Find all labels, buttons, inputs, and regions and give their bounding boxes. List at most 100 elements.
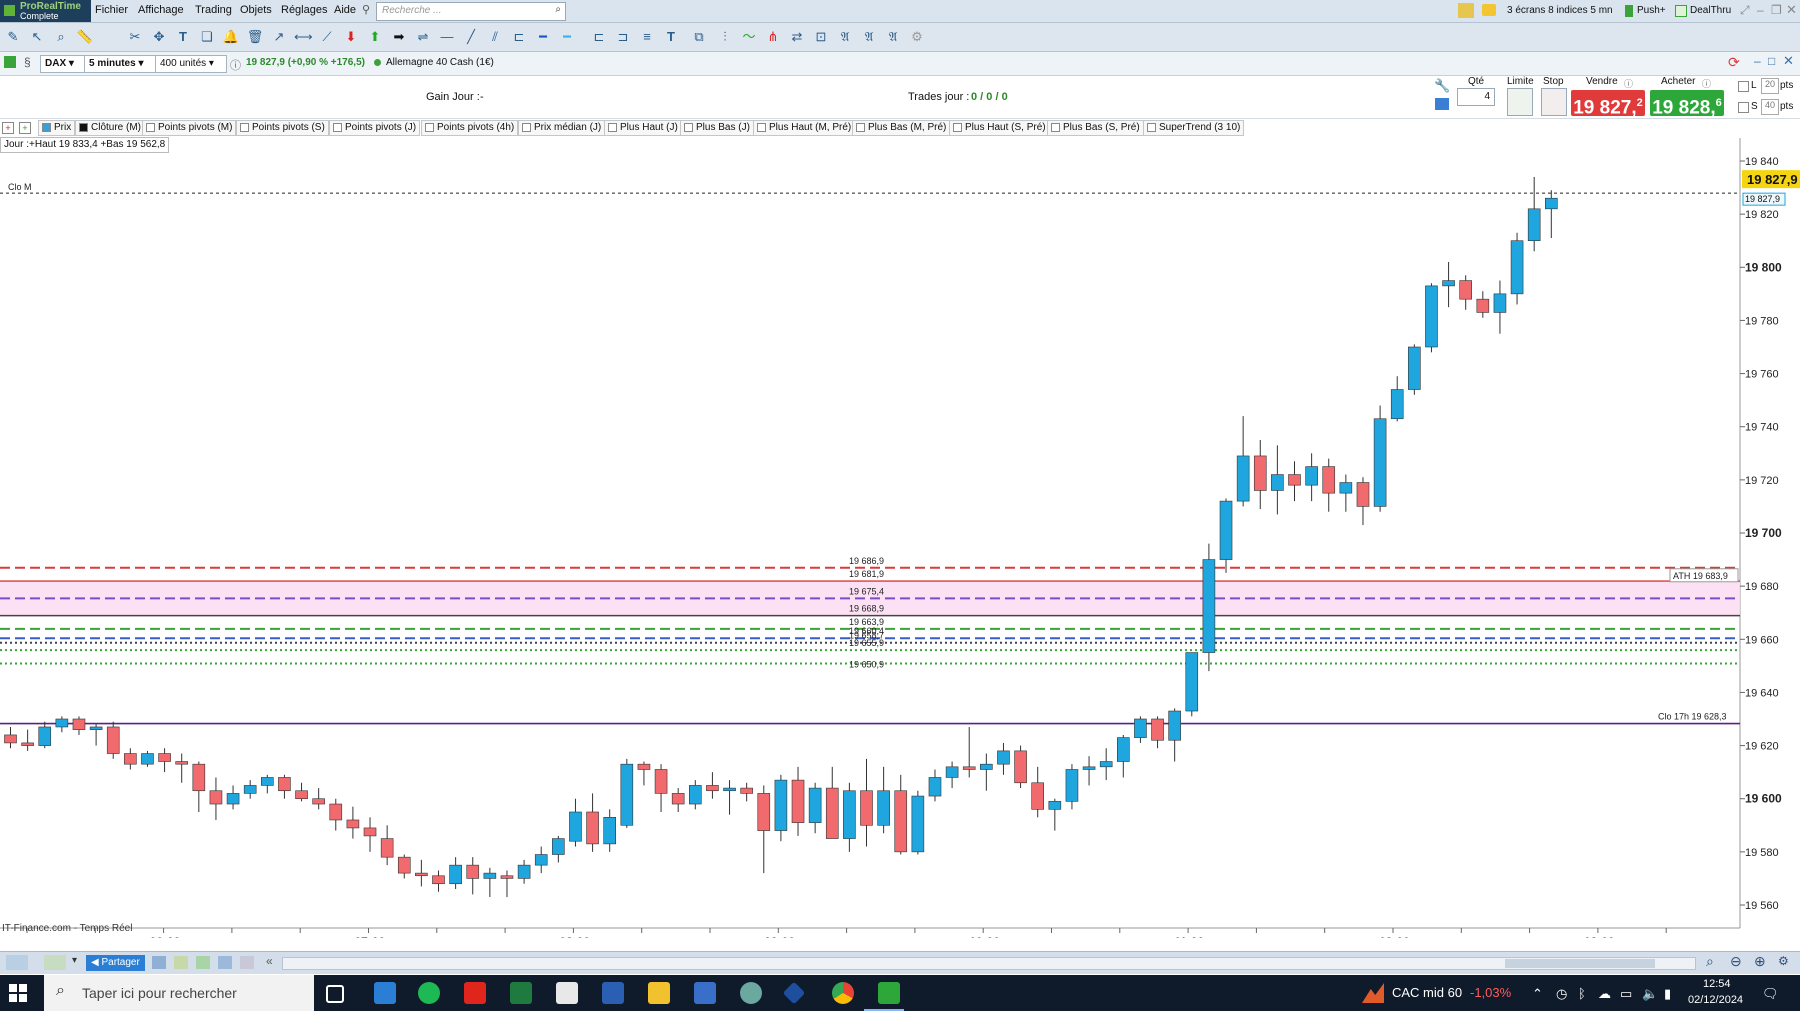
workspace-layout[interactable]: 3 écrans 8 indices 5 mn xyxy=(1507,5,1613,16)
measure-icon[interactable]: ⧉ xyxy=(690,28,708,46)
win-close-icon[interactable]: ✕ xyxy=(1783,53,1794,69)
gann-icon[interactable]: ⇄ xyxy=(788,28,806,46)
indicator-icon[interactable] xyxy=(174,956,188,969)
screenshot-icon[interactable] xyxy=(152,956,166,969)
segment-icon[interactable]: ⟷ xyxy=(294,28,313,46)
link-icon[interactable]: § xyxy=(24,55,31,69)
menu-reglages[interactable]: Réglages xyxy=(281,4,327,16)
legend-plus-bas-m[interactable]: Plus Bas (M, Pré) xyxy=(852,120,951,136)
share-button[interactable]: ◀ Partager xyxy=(86,955,145,971)
add-indicator-alt-icon[interactable]: + xyxy=(19,122,31,134)
level-line-alt-icon[interactable]: ━ xyxy=(558,28,576,46)
backtest-icon[interactable] xyxy=(196,956,210,969)
push-button[interactable]: Push+ xyxy=(1637,5,1666,16)
legend-pivots-s[interactable]: Points pivots (S) xyxy=(236,120,329,136)
bracket-icon[interactable]: ⊏ xyxy=(590,28,608,46)
pin-icon[interactable]: ⚲ xyxy=(362,3,370,16)
word-icon[interactable] xyxy=(602,982,624,1004)
level-line-icon[interactable]: ━ xyxy=(534,28,552,46)
limit-order-button[interactable] xyxy=(1507,88,1533,116)
calculator-app-icon[interactable] xyxy=(694,982,716,1004)
ticker-dropdown[interactable]: DAX ▾ xyxy=(40,55,86,73)
volume-icon[interactable]: 🔈 xyxy=(1642,986,1658,1002)
pitchfork-icon[interactable]: ⋔ xyxy=(764,28,782,46)
legend-plus-bas-j[interactable]: Plus Bas (J) xyxy=(680,120,754,136)
spotify-icon[interactable] xyxy=(418,982,440,1004)
timeframe-dropdown[interactable]: 5 minutes ▾ xyxy=(84,55,162,73)
app-icon[interactable] xyxy=(740,982,762,1004)
arrow-down-icon[interactable]: ⬇ xyxy=(342,28,360,46)
projection-icon[interactable]: ≡ xyxy=(638,28,656,46)
screener-icon[interactable] xyxy=(218,956,232,969)
zoom-in-icon[interactable]: ⊕ xyxy=(1754,953,1766,970)
prorealtime-logo[interactable]: ProRealTime Complete xyxy=(0,0,91,22)
move-icon[interactable]: ✥ xyxy=(150,28,168,46)
pointer-icon[interactable]: ↖ xyxy=(28,28,46,46)
price-chart[interactable]: 19 686,919 681,919 675,419 668,919 663,9… xyxy=(0,138,1800,938)
qty-input[interactable]: 4 xyxy=(1457,88,1495,106)
refresh-icon[interactable]: ⟳ xyxy=(1728,54,1740,71)
stop-pts-input[interactable]: 40 xyxy=(1761,99,1779,115)
legend-cloture[interactable]: Clôture (M) xyxy=(75,120,146,136)
ig-icon[interactable] xyxy=(464,982,486,1004)
win-minimize-icon[interactable]: – xyxy=(1754,54,1761,68)
harmonic-pattern-icon[interactable]: 𝔄 xyxy=(884,28,902,46)
chrome-icon[interactable] xyxy=(832,982,854,1004)
abcd-pattern-icon[interactable]: 𝔄 xyxy=(860,28,878,46)
channel-icon[interactable]: ⇌ xyxy=(414,28,432,46)
task-view-icon[interactable] xyxy=(326,985,344,1003)
tray-expand-icon[interactable]: ⌃ xyxy=(1532,986,1543,1002)
legend-plus-haut-m[interactable]: Plus Haut (M, Pré) xyxy=(753,120,856,136)
restore-icon[interactable]: ❐ xyxy=(1771,3,1782,17)
info-icon[interactable]: ⓘ xyxy=(230,57,241,73)
tools-icon[interactable]: ✂ xyxy=(126,28,144,46)
menu-trading[interactable]: Trading xyxy=(195,4,232,16)
units-dropdown[interactable]: 400 unités ▾ xyxy=(155,55,227,73)
menu-affichage[interactable]: Affichage xyxy=(138,4,184,16)
arrow-right-icon[interactable]: ➡ xyxy=(390,28,408,46)
legend-prix-median[interactable]: Prix médian (J) xyxy=(518,120,606,136)
rectangle-icon[interactable]: ⊏ xyxy=(510,28,528,46)
taskbar-search-input[interactable]: ⌕ Taper ici pour rechercher xyxy=(44,975,314,1011)
onedrive-icon[interactable]: ☁ xyxy=(1598,986,1611,1002)
bluetooth-icon[interactable]: ᛒ xyxy=(1578,986,1586,1001)
broom-icon[interactable] xyxy=(1458,3,1474,18)
alert-bell-icon[interactable]: 🔔 xyxy=(222,28,240,46)
trading-system-icon[interactable] xyxy=(240,956,254,969)
legend-plus-haut-s[interactable]: Plus Haut (S, Pré) xyxy=(949,120,1050,136)
abc-pattern-icon[interactable]: 𝔄 xyxy=(836,28,854,46)
menu-fichier[interactable]: Fichier xyxy=(95,4,128,16)
search-icon[interactable]: ⌕ xyxy=(555,4,561,15)
tray-clock-icon[interactable]: ◷ xyxy=(1556,986,1567,1002)
vscode-icon[interactable] xyxy=(782,981,806,1005)
bracket-double-icon[interactable]: ⊐ xyxy=(614,28,632,46)
wave-icon[interactable]: 〜 xyxy=(740,28,758,46)
pencil-icon[interactable]: ✎ xyxy=(4,28,22,46)
legend-pivots-j[interactable]: Points pivots (J) xyxy=(329,120,421,136)
sell-button[interactable]: 19 827,2 xyxy=(1571,90,1645,118)
search-input[interactable]: Recherche ... ⌕ xyxy=(376,2,566,21)
notification-icon[interactable] xyxy=(1482,4,1496,16)
win-maximize-icon[interactable]: □ xyxy=(1768,54,1775,68)
wrench-icon[interactable]: 🔧 xyxy=(1434,78,1450,94)
arrow-up-icon[interactable]: ⬆ xyxy=(366,28,384,46)
menu-objets[interactable]: Objets xyxy=(240,4,272,16)
legend-pivots-4h[interactable]: Points pivots (4h) xyxy=(421,120,519,136)
limit-pts-input[interactable]: 20 xyxy=(1761,78,1779,94)
limit-checkbox[interactable] xyxy=(1738,81,1749,92)
legend-prix[interactable]: Prix xyxy=(38,120,76,136)
buy-info-icon[interactable]: ⓘ xyxy=(1702,77,1711,90)
ray-icon[interactable]: ⟋ xyxy=(318,28,336,46)
zoom-icon[interactable]: ⌕ xyxy=(52,28,70,46)
sell-info-icon[interactable]: ⓘ xyxy=(1624,77,1633,90)
zoom-out-icon[interactable]: ⊖ xyxy=(1730,953,1742,970)
horizontal-line-icon[interactable]: — xyxy=(438,28,456,46)
settings-wheel-icon[interactable]: ⚙ xyxy=(908,28,926,46)
explorer-icon[interactable] xyxy=(648,982,670,1004)
buy-button[interactable]: 19 828,6 xyxy=(1650,90,1724,118)
ruler-icon[interactable]: 📏 xyxy=(76,28,94,46)
text-tool-icon[interactable]: T xyxy=(174,28,192,46)
add-chart-icon[interactable] xyxy=(44,955,66,970)
sync-icon[interactable] xyxy=(4,56,16,68)
arrow-line-icon[interactable]: ↗ xyxy=(270,28,288,46)
